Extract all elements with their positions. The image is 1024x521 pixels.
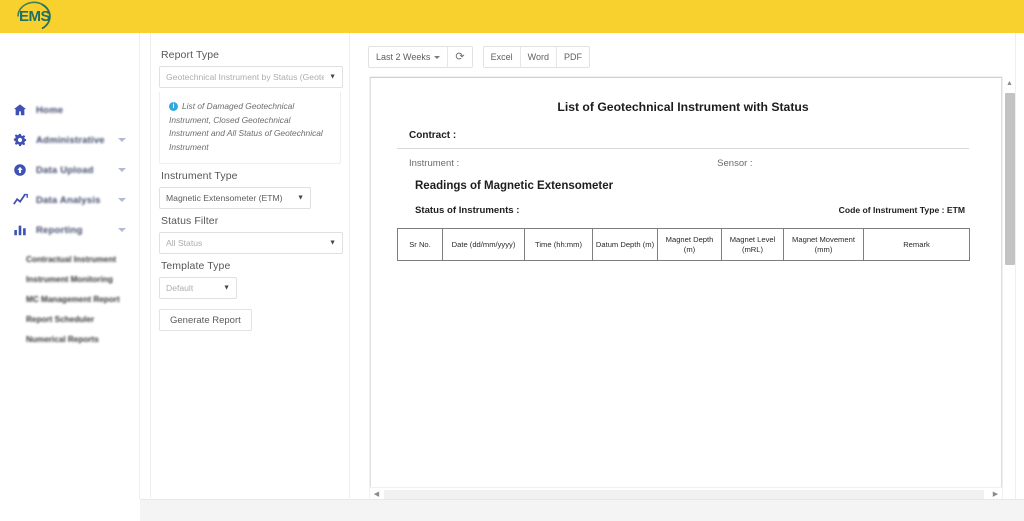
readings-heading: Readings of Magnetic Extensometer [415, 180, 614, 192]
chevron-down-icon [118, 198, 126, 202]
gear-icon [12, 132, 28, 148]
template-type-label: Template Type [161, 260, 231, 272]
chevron-down-icon [118, 228, 126, 232]
top-header-bar: EMS [0, 0, 1024, 33]
sidebar-label-home: Home [36, 104, 64, 116]
sidebar-label-administrative: Administrative [36, 134, 105, 146]
code-of-instrument-type-label: Code of Instrument Type : ETM [838, 205, 965, 215]
date-range-button[interactable]: Last 2 Weeks [369, 47, 448, 67]
export-word-button[interactable]: Word [519, 47, 556, 67]
report-type-info-copy: List of Damaged Geotechnical Instrument,… [169, 101, 323, 152]
home-icon [12, 102, 28, 118]
instrument-field: Instrument : [409, 158, 460, 169]
sidebar-item-reporting[interactable]: Reporting [0, 215, 140, 245]
horizontal-scroll-thumb[interactable] [384, 490, 984, 499]
readings-table-head: Sr No. Date (dd/mm/yyyy) Time (hh:mm) Da… [397, 228, 970, 261]
report-type-info-text: i List of Damaged Geotechnical Instrument… [169, 100, 331, 154]
instrument-type-label: Instrument Type [161, 170, 238, 182]
status-of-instruments-label: Status of Instruments : [415, 205, 520, 216]
sensor-field: Sensor : [717, 158, 753, 169]
bar-chart-icon [12, 222, 28, 238]
page-footer-strip [140, 499, 1024, 521]
export-group: Excel Word PDF [482, 46, 590, 68]
sidebar-item-data-upload[interactable]: Data Upload [0, 155, 140, 185]
refresh-button[interactable]: ⟳ [447, 47, 472, 67]
sidebar-item-instrument-monitoring[interactable]: Instrument Monitoring [0, 269, 140, 289]
report-filter-panel: Report Type Geotechnical Instrument by S… [150, 33, 350, 498]
sidebar-item-home[interactable]: Home [0, 95, 140, 125]
date-range-label: Last 2 Weeks [376, 52, 431, 62]
status-filter-value: All Status [166, 238, 203, 248]
report-vertical-scrollbar[interactable]: ▲ ▼ [1002, 77, 1016, 520]
ems-logo-icon: EMS [17, 1, 51, 30]
instrument-type-value: Magnetic Extensometer (ETM) [166, 193, 283, 203]
template-type-select[interactable]: Default ▼ [159, 277, 237, 299]
sidebar-footer-strip [0, 499, 140, 521]
col-sr-no: Sr No. [397, 228, 443, 261]
report-title: List of Geotechnical Instrument with Sta… [557, 100, 809, 114]
sidebar-item-contractual-instrument[interactable]: Contractual Instrument [0, 249, 140, 269]
chevron-down-icon [118, 138, 126, 142]
generate-report-button[interactable]: Generate Report [159, 309, 252, 331]
col-magnet-level: Magnet Level (mRL) [721, 228, 784, 261]
status-filter-label: Status Filter [161, 215, 219, 227]
chevron-down-icon: ▼ [329, 73, 336, 81]
report-type-select[interactable]: Geotechnical Instrument by Status (Geote… [159, 66, 343, 88]
col-time: Time (hh:mm) [524, 228, 593, 261]
export-pdf-button[interactable]: PDF [555, 47, 589, 67]
sidebar-label-reporting: Reporting [36, 224, 83, 236]
status-code-row: Status of Instruments : Code of Instrume… [397, 192, 969, 216]
sidebar-item-report-scheduler[interactable]: Report Scheduler [0, 309, 140, 329]
sidebar-item-administrative[interactable]: Administrative [0, 125, 140, 155]
refresh-icon: ⟳ [455, 50, 465, 63]
svg-text:EMS: EMS [19, 8, 51, 25]
instrument-sensor-row: Instrument : Sensor : [397, 149, 969, 169]
sidebar-item-data-analysis[interactable]: Data Analysis [0, 185, 140, 215]
status-filter-select[interactable]: All Status ▼ [159, 232, 343, 254]
sidebar-sublabel-3: Report Scheduler [26, 314, 95, 324]
report-toolbar: Last 2 Weeks ⟳ Excel Word PDF [368, 46, 590, 68]
col-datum-depth: Datum Depth (m) [592, 228, 658, 261]
sidebar-item-mc-management-report[interactable]: MC Management Report [0, 289, 140, 309]
chevron-down-icon [434, 55, 441, 59]
col-magnet-depth: Magnet Depth (m) [657, 228, 722, 261]
sidebar-sublabel-2: MC Management Report [26, 294, 120, 304]
report-type-info-box: i List of Damaged Geotechnical Instrument… [159, 92, 341, 164]
col-date: Date (dd/mm/yyyy) [442, 228, 525, 261]
sidebar-label-data-analysis: Data Analysis [36, 194, 101, 206]
sidebar-sublabel-4: Numerical Reports [26, 334, 99, 344]
sidebar-subnav-reporting: Contractual Instrument Instrument Monito… [0, 249, 140, 349]
export-excel-button[interactable]: Excel [483, 47, 520, 67]
app-root: EMS Home Administrative Data Upload Data… [0, 0, 1024, 521]
instrument-type-select[interactable]: Magnetic Extensometer (ETM) ▼ [159, 187, 311, 209]
report-viewer: Last 2 Weeks ⟳ Excel Word PDF List of Ge… [360, 33, 1016, 520]
chevron-down-icon: ▼ [329, 239, 336, 247]
sidebar-sublabel-1: Instrument Monitoring [26, 274, 113, 284]
table-header-row: Sr No. Date (dd/mm/yyyy) Time (hh:mm) Da… [397, 228, 970, 261]
vertical-scroll-thumb[interactable] [1004, 93, 1015, 265]
sidebar: Home Administrative Data Upload Data Ana… [0, 33, 140, 521]
info-icon: i [169, 102, 178, 111]
report-paper: List of Geotechnical Instrument with Sta… [379, 86, 987, 261]
ems-logo[interactable]: EMS [12, 1, 60, 32]
line-chart-icon [12, 192, 28, 208]
sidebar-label-data-upload: Data Upload [36, 164, 94, 176]
readings-table: Sr No. Date (dd/mm/yyyy) Time (hh:mm) Da… [397, 228, 970, 261]
page-right-gutter [1015, 33, 1024, 521]
template-type-value: Default [166, 283, 194, 293]
upload-icon [12, 162, 28, 178]
chevron-down-icon: ▼ [297, 194, 304, 202]
date-refresh-group: Last 2 Weeks ⟳ [368, 46, 473, 68]
chevron-down-icon: ▼ [223, 284, 230, 292]
chevron-down-icon [118, 168, 126, 172]
col-magnet-movement: Magnet Movement (mm) [783, 228, 864, 261]
report-type-value: Geotechnical Instrument by Status (Geote… [166, 72, 324, 82]
sidebar-nav-list: Home Administrative Data Upload Data Ana… [0, 95, 140, 349]
sidebar-item-numerical-reports[interactable]: Numerical Reports [0, 329, 140, 349]
report-type-label: Report Type [161, 49, 220, 61]
sidebar-sublabel-0: Contractual Instrument [26, 254, 117, 264]
contract-field: Contract : [397, 130, 969, 149]
col-remark: Remark [863, 228, 970, 261]
report-paper-viewport: List of Geotechnical Instrument with Sta… [370, 77, 1002, 520]
